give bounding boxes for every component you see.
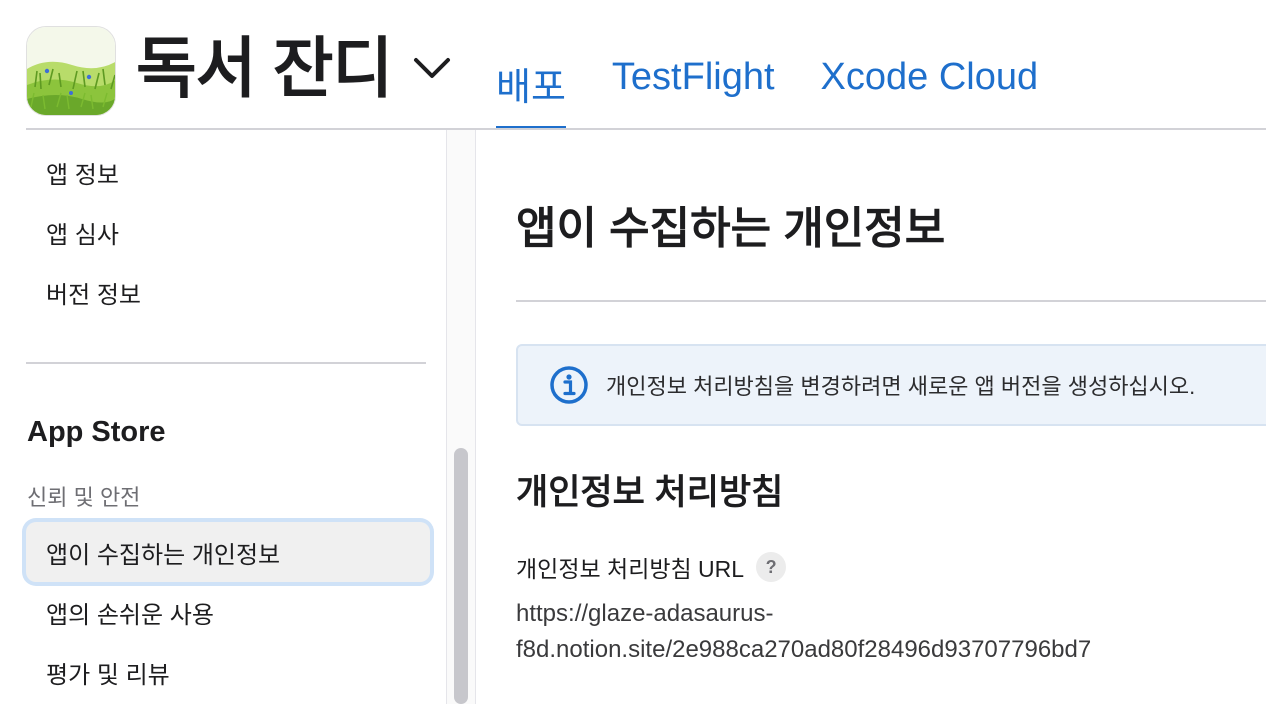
- sidebar-item-app-review[interactable]: 앱 심사: [26, 206, 430, 258]
- sidebar-section-title: App Store: [27, 416, 166, 448]
- sidebar-item-accessibility[interactable]: 앱의 손쉬운 사용: [26, 586, 430, 638]
- sidebar-item-app-info[interactable]: 앱 정보: [26, 146, 430, 198]
- privacy-url-label-row: 개인정보 처리방침 URL ?: [516, 550, 787, 584]
- sidebar-divider: [26, 362, 426, 364]
- sidebar-item-app-privacy[interactable]: 앱이 수집하는 개인정보: [26, 522, 430, 582]
- info-icon: [548, 364, 590, 406]
- app-header: 독서 잔디 배포 TestFlight Xcode Cloud: [0, 0, 1266, 130]
- main-content: 앱이 수집하는 개인정보 개인정보 처리방침을 변경하려면 새로운 앱 버전을 …: [476, 130, 1266, 704]
- privacy-url-line-2: f8d.notion.site/2e988ca270ad80f28496d937…: [516, 636, 1092, 663]
- privacy-url-line-1: https://glaze-adasaurus-: [516, 600, 774, 627]
- tab-distribution[interactable]: 배포: [496, 0, 566, 130]
- page-title: 앱이 수집하는 개인정보: [516, 204, 946, 253]
- privacy-url-value: https://glaze-adasaurus- f8d.notion.site…: [516, 596, 1236, 668]
- tab-xcode-cloud[interactable]: Xcode Cloud: [821, 0, 1039, 130]
- info-notice: 개인정보 처리방침을 변경하려면 새로운 앱 버전을 생성하십시오.: [516, 344, 1266, 426]
- title-divider: [516, 300, 1266, 302]
- app-icon-grass-image[interactable]: [26, 26, 116, 116]
- privacy-policy-heading: 개인정보 처리방침: [516, 473, 784, 512]
- app-name: 독서 잔디: [136, 31, 393, 105]
- app-switcher[interactable]: 독서 잔디: [136, 28, 452, 108]
- privacy-url-label: 개인정보 처리방침 URL: [516, 556, 745, 582]
- sidebar: 앱 정보 앱 심사 버전 정보 App Store 신뢰 및 안전 앱이 수집하…: [0, 130, 446, 704]
- top-tabs: 배포 TestFlight Xcode Cloud: [496, 0, 1084, 130]
- sidebar-subsection-title: 신뢰 및 안전: [27, 485, 141, 510]
- help-icon[interactable]: ?: [756, 552, 787, 582]
- sidebar-item-version-info[interactable]: 버전 정보: [26, 266, 430, 318]
- tab-testflight[interactable]: TestFlight: [612, 0, 775, 130]
- sidebar-item-ratings-reviews[interactable]: 평가 및 리뷰: [26, 646, 430, 698]
- notice-text: 개인정보 처리방침을 변경하려면 새로운 앱 버전을 생성하십시오.: [606, 374, 1196, 399]
- chevron-down-icon[interactable]: [412, 48, 452, 88]
- sidebar-scrollbar-thumb[interactable]: [454, 448, 468, 704]
